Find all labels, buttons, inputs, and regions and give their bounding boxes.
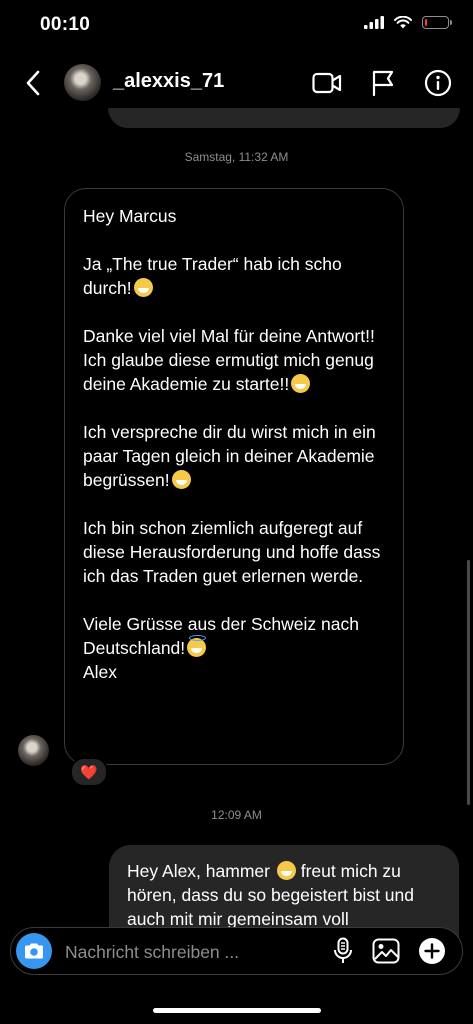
gallery-icon bbox=[372, 938, 400, 964]
plus-icon bbox=[419, 938, 445, 964]
heart-reaction[interactable]: ❤️ bbox=[70, 757, 108, 787]
message-paragraph: Danke viel viel Mal für deine Antwort!! … bbox=[83, 326, 375, 394]
message-paragraph: Hey Marcus bbox=[83, 206, 177, 226]
star-struck-emoji-icon bbox=[291, 374, 311, 393]
info-icon bbox=[424, 69, 452, 97]
battery-level bbox=[425, 19, 427, 26]
sender-avatar[interactable] bbox=[18, 735, 49, 766]
previous-message-bubble bbox=[108, 108, 460, 128]
voice-message-button[interactable] bbox=[327, 935, 359, 967]
grinning-emoji-icon bbox=[133, 278, 153, 297]
back-chevron-icon bbox=[26, 70, 40, 96]
status-time: 00:10 bbox=[40, 14, 91, 35]
camera-icon bbox=[25, 943, 43, 959]
message-paragraph: Ich bin schon ziemlich aufgeregt auf die… bbox=[83, 518, 381, 586]
message-timestamp: Samstag, 11:32 AM bbox=[184, 150, 289, 164]
status-bar: 00:10 bbox=[0, 0, 473, 52]
message-paragraph: Ja „The true Trader“ hab ich scho durch! bbox=[83, 254, 342, 298]
message-paragraph: Viele Grüsse aus der Schweiz nach Deutsc… bbox=[83, 614, 359, 682]
camera-button[interactable] bbox=[16, 933, 52, 969]
message-paragraph: Ich verspreche dir du wirst mich in ein … bbox=[83, 422, 376, 490]
status-icons bbox=[364, 16, 452, 29]
message-timestamp: 12:09 AM bbox=[211, 808, 262, 822]
back-button[interactable] bbox=[20, 68, 46, 98]
grinning-emoji-icon bbox=[171, 470, 191, 489]
message-input[interactable] bbox=[63, 937, 317, 967]
battery-icon bbox=[422, 16, 452, 29]
avatar[interactable] bbox=[64, 64, 101, 101]
message-composer bbox=[10, 927, 463, 975]
scrollbar[interactable] bbox=[467, 560, 470, 805]
message-signoff: Alex bbox=[83, 662, 118, 682]
info-button[interactable] bbox=[421, 66, 455, 100]
video-call-button[interactable] bbox=[310, 66, 344, 100]
chat-header: _alexxis_71 bbox=[0, 58, 473, 108]
report-button[interactable] bbox=[366, 66, 400, 100]
gallery-button[interactable] bbox=[370, 935, 402, 967]
cellular-signal-icon bbox=[364, 16, 384, 29]
more-options-button[interactable] bbox=[416, 935, 448, 967]
flag-icon bbox=[372, 70, 394, 96]
incoming-message[interactable]: Hey Marcus Ja „The true Trader“ hab ich … bbox=[64, 188, 404, 765]
grinning-emoji-icon bbox=[276, 861, 296, 880]
chat-username[interactable]: _alexxis_71 bbox=[113, 70, 224, 93]
home-indicator[interactable] bbox=[153, 1008, 321, 1013]
halo-emoji-icon bbox=[187, 635, 207, 657]
video-call-icon bbox=[312, 72, 342, 94]
microphone-icon bbox=[334, 937, 352, 963]
wifi-icon bbox=[394, 16, 412, 29]
